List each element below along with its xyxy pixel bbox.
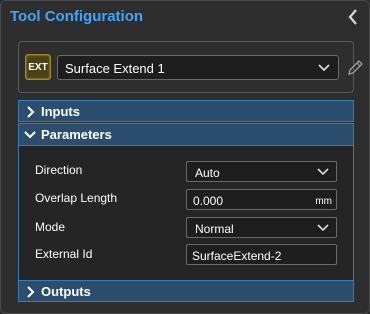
overlap-length-label: Overlap Length [35, 191, 118, 205]
section-parameters-header[interactable]: Parameters [18, 123, 354, 146]
chevron-down-icon [318, 64, 330, 72]
section-parameters-label: Parameters [41, 127, 112, 142]
tool-select[interactable]: Surface Extend 1 [57, 55, 339, 80]
section-inputs-header[interactable]: Inputs [18, 100, 354, 122]
overlap-length-value: 0.000 [193, 194, 224, 208]
section-outputs-header[interactable]: Outputs [18, 280, 354, 302]
chevron-right-icon [27, 286, 35, 298]
tool-select-value: Surface Extend 1 [65, 61, 165, 76]
chevron-down-icon [317, 224, 329, 232]
external-id-label: External Id [35, 247, 93, 261]
tool-type-badge: EXT [25, 54, 51, 80]
section-outputs-label: Outputs [41, 284, 91, 299]
panel-header: Tool Configuration [1, 1, 369, 33]
tool-selector-group: EXT Surface Extend 1 [18, 41, 363, 93]
direction-value: Auto [195, 166, 220, 180]
external-id-input[interactable]: SurfaceExtend-2 [186, 244, 337, 265]
overlap-length-input[interactable]: 0.000 mm [186, 189, 337, 210]
tool-configuration-panel: Tool Configuration EXT Surface Extend 1 … [0, 0, 370, 314]
mode-label: Mode [35, 220, 66, 234]
chevron-down-icon [24, 131, 36, 139]
edit-tool-button[interactable] [346, 58, 364, 78]
mode-value: Normal [195, 222, 234, 236]
collapse-panel-button[interactable] [345, 7, 361, 27]
direction-label: Direction [35, 163, 83, 177]
pencil-icon [348, 60, 363, 75]
parameters-body: Direction Auto Overlap Length 0.000 mm M… [18, 146, 354, 280]
direction-select[interactable]: Auto [186, 161, 337, 182]
section-inputs-label: Inputs [41, 104, 80, 119]
external-id-value: SurfaceExtend-2 [192, 249, 282, 263]
overlap-length-unit: mm [315, 196, 332, 207]
chevron-left-icon [348, 9, 357, 25]
chevron-down-icon [317, 168, 329, 176]
mode-select[interactable]: Normal [186, 217, 337, 238]
panel-title: Tool Configuration [10, 8, 144, 25]
chevron-right-icon [27, 106, 35, 118]
